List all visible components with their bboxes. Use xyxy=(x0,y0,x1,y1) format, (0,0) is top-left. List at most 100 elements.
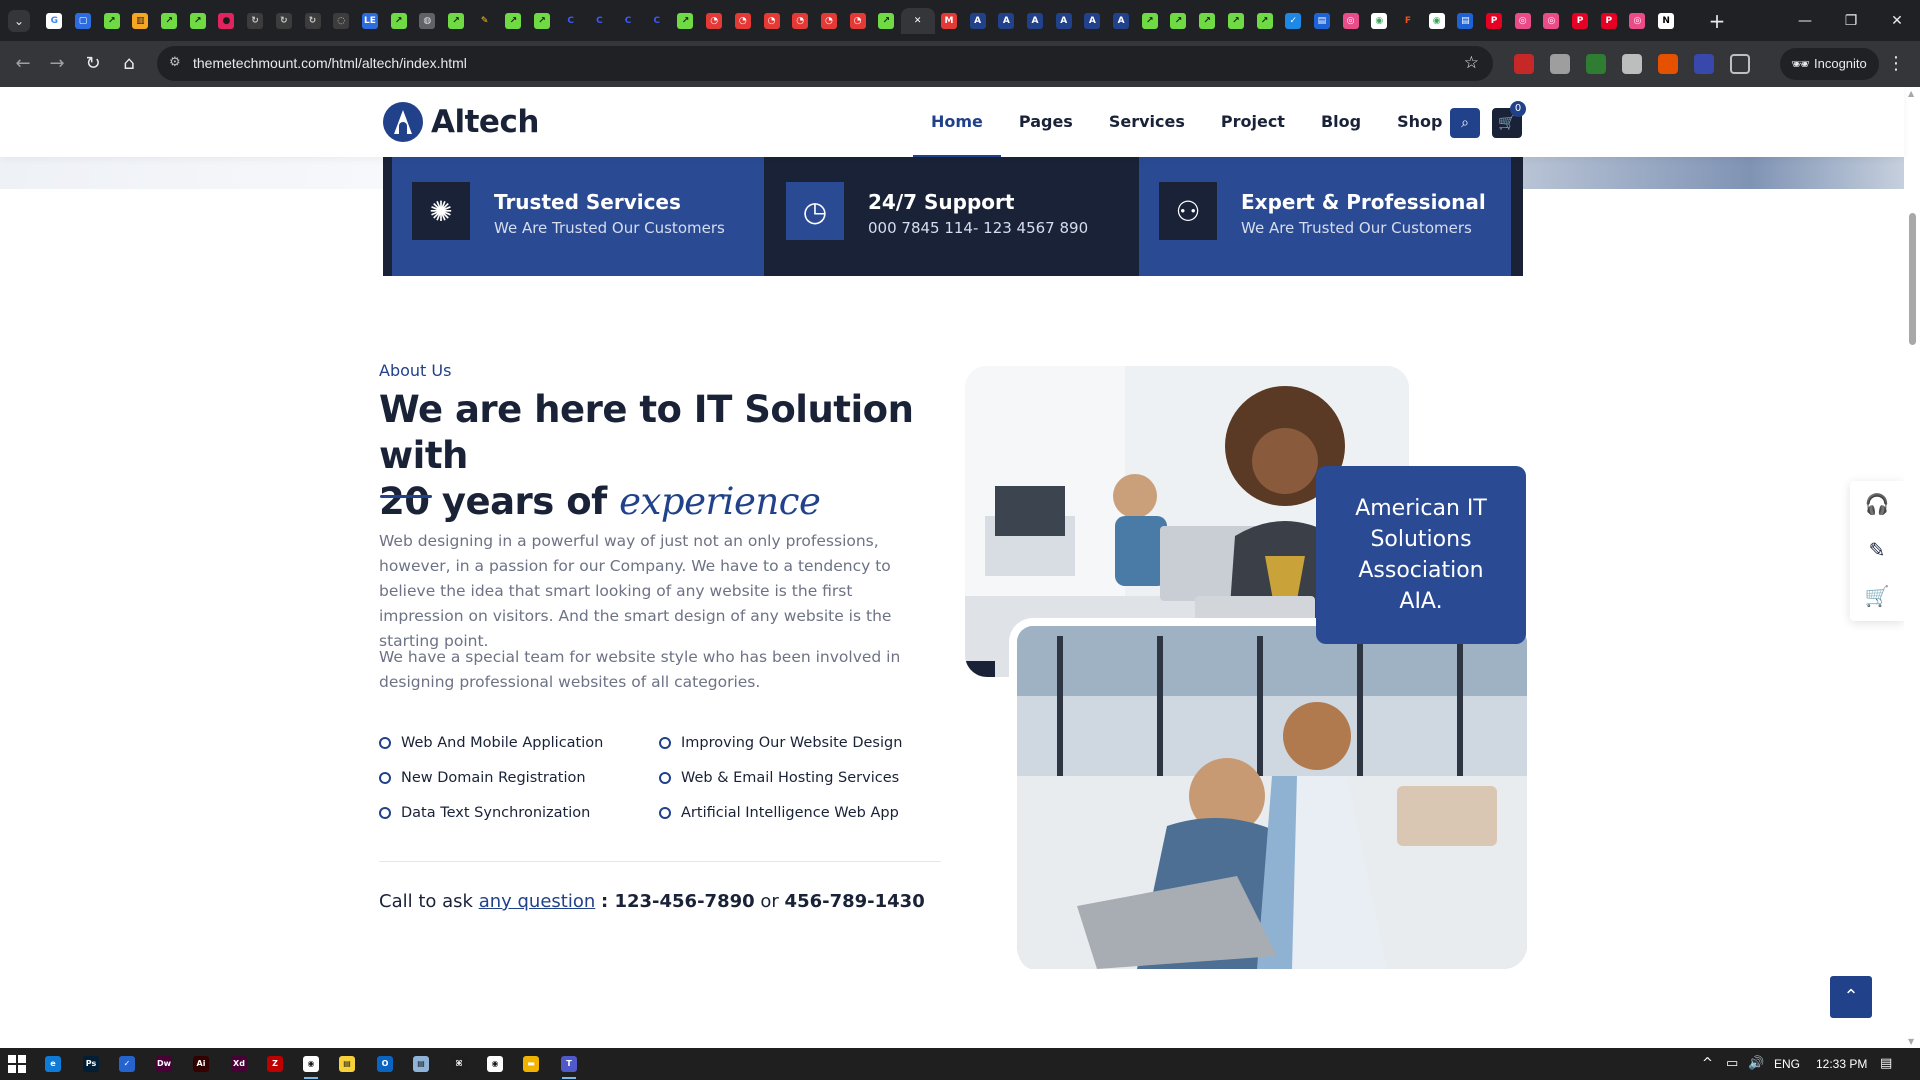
camera-extension-icon[interactable] xyxy=(1622,54,1642,74)
taskbar-app[interactable]: ◉ xyxy=(298,1052,324,1079)
taskbar-app[interactable]: ◉ xyxy=(482,1052,508,1076)
back-button[interactable]: ← xyxy=(8,49,38,79)
extension-icon[interactable] xyxy=(1658,54,1678,74)
browser-tab[interactable]: ↗ xyxy=(499,8,528,34)
browser-tab[interactable]: ↗ xyxy=(442,8,471,34)
new-tab-button[interactable]: + xyxy=(1704,8,1730,34)
extension-icon[interactable] xyxy=(1694,54,1714,74)
browser-tab[interactable]: ◔ xyxy=(786,8,815,34)
taskbar-app[interactable]: T xyxy=(556,1052,582,1079)
browser-tab[interactable]: ✓ xyxy=(1279,8,1308,34)
browser-tab[interactable]: ↗ xyxy=(1250,8,1279,34)
close-tab-icon[interactable]: ✕ xyxy=(910,13,926,29)
browser-tab[interactable]: ◌ xyxy=(327,8,356,34)
browser-tab[interactable]: C xyxy=(614,8,643,34)
browser-tab[interactable]: ↗ xyxy=(872,8,901,34)
browser-tab[interactable]: A xyxy=(1107,8,1136,34)
taskbar-app[interactable]: ▤ xyxy=(408,1052,434,1076)
browser-tab[interactable]: N xyxy=(1652,8,1681,34)
browser-tab[interactable]: ▤ xyxy=(1451,8,1480,34)
volume-icon[interactable]: 🔊 xyxy=(1748,1048,1764,1080)
scroll-thumb[interactable] xyxy=(1909,213,1916,345)
taskbar-app[interactable]: ▬ xyxy=(518,1052,544,1076)
scroll-up-arrow-icon[interactable]: ▲ xyxy=(1908,89,1914,98)
scroll-down-arrow-icon[interactable]: ▼ xyxy=(1908,1037,1914,1046)
url-text[interactable]: themetechmount.com/html/altech/index.htm… xyxy=(193,55,467,71)
taskbar-app[interactable]: Z xyxy=(262,1052,288,1076)
browser-tab[interactable]: ◔ xyxy=(757,8,786,34)
browser-tab[interactable]: ▥ xyxy=(126,8,155,34)
browser-tab[interactable]: ↗ xyxy=(183,8,212,34)
browser-tab[interactable]: A xyxy=(1021,8,1050,34)
browser-tab[interactable]: M xyxy=(935,8,964,34)
taskbar-app[interactable]: Ai xyxy=(188,1052,214,1076)
taskbar-app[interactable]: O xyxy=(372,1052,398,1076)
browser-tab[interactable]: ↗ xyxy=(671,8,700,34)
browser-tab[interactable]: ◎ xyxy=(1537,8,1566,34)
browser-tab[interactable]: ↗ xyxy=(1222,8,1251,34)
browser-tab[interactable]: ◔ xyxy=(815,8,844,34)
browser-tab[interactable]: ↗ xyxy=(97,8,126,34)
bookmark-star-icon[interactable]: ☆ xyxy=(1464,53,1479,73)
browser-tab[interactable]: ◎ xyxy=(1508,8,1537,34)
language-indicator[interactable]: ENG xyxy=(1774,1048,1800,1080)
browser-tab[interactable]: ↻ xyxy=(298,8,327,34)
browser-tab[interactable]: A xyxy=(1049,8,1078,34)
extension-icon[interactable] xyxy=(1586,54,1606,74)
tab-search-button[interactable]: ⌄ xyxy=(8,10,30,32)
home-button[interactable]: ⌂ xyxy=(114,49,144,79)
network-icon[interactable]: ▭ xyxy=(1726,1048,1738,1080)
search-button[interactable]: ⌕ xyxy=(1450,108,1480,138)
shopping-cart-icon[interactable]: 🛒 xyxy=(1850,573,1904,619)
nav-item-blog[interactable]: Blog xyxy=(1303,87,1379,157)
page-scrollbar[interactable]: ▲ ▼ xyxy=(1904,87,1920,1048)
browser-tab[interactable]: F xyxy=(1394,8,1423,34)
reload-button[interactable]: ↻ xyxy=(78,49,108,79)
browser-tab[interactable]: ◍ xyxy=(413,8,442,34)
browser-tab[interactable]: ✎ xyxy=(470,8,499,34)
browser-menu-button[interactable]: ⋮ xyxy=(1886,49,1906,79)
back-to-top-button[interactable]: ⌃ xyxy=(1830,976,1872,1018)
browser-tab[interactable]: C xyxy=(642,8,671,34)
taskbar-app[interactable]: Dw xyxy=(151,1052,177,1076)
site-info-icon[interactable]: ⚙ xyxy=(169,55,185,71)
browser-tab[interactable]: A xyxy=(992,8,1021,34)
browser-tab[interactable]: P xyxy=(1594,8,1623,34)
browser-tab[interactable]: A xyxy=(1078,8,1107,34)
close-window-button[interactable]: ✕ xyxy=(1874,8,1920,34)
browser-tab[interactable]: ↗ xyxy=(1135,8,1164,34)
nav-item-services[interactable]: Services xyxy=(1091,87,1203,157)
browser-tab[interactable]: A xyxy=(963,8,992,34)
browser-tab[interactable]: P xyxy=(1480,8,1509,34)
forward-button[interactable]: → xyxy=(42,49,72,79)
browser-tab[interactable]: ↻ xyxy=(270,8,299,34)
browser-tab[interactable]: C xyxy=(585,8,614,34)
taskbar-app[interactable]: e xyxy=(40,1052,66,1076)
address-bar[interactable]: ⚙ themetechmount.com/html/altech/index.h… xyxy=(157,46,1493,81)
minimize-button[interactable]: — xyxy=(1782,8,1828,34)
windows-start-button[interactable] xyxy=(8,1055,26,1073)
site-logo[interactable]: Altech xyxy=(383,102,539,142)
clock[interactable]: 12:33 PM xyxy=(1816,1048,1867,1080)
browser-tab[interactable]: ↻ xyxy=(241,8,270,34)
browser-tab[interactable]: ↗ xyxy=(155,8,184,34)
browser-tab[interactable]: ▢ xyxy=(69,8,98,34)
browser-tab[interactable]: ↗ xyxy=(528,8,557,34)
taskbar-app[interactable]: ⌘ xyxy=(446,1052,472,1076)
browser-tab[interactable]: ↗ xyxy=(1164,8,1193,34)
taskbar-app[interactable]: Ps xyxy=(78,1052,104,1076)
any-question-link[interactable]: any question xyxy=(479,891,596,912)
pencil-icon[interactable]: ✎ xyxy=(1850,527,1904,573)
browser-tab[interactable]: ◔ xyxy=(843,8,872,34)
browser-tab[interactable]: G xyxy=(40,8,69,34)
browser-tab[interactable]: C xyxy=(556,8,585,34)
browser-tab[interactable]: ◎ xyxy=(1336,8,1365,34)
nav-item-project[interactable]: Project xyxy=(1203,87,1303,157)
notifications-icon[interactable]: ▤ xyxy=(1880,1048,1892,1080)
browser-tab[interactable]: ▤ xyxy=(1308,8,1337,34)
browser-tab[interactable]: ● xyxy=(212,8,241,34)
show-hidden-icons-chevron-icon[interactable]: ^ xyxy=(1702,1048,1713,1080)
browser-tab[interactable]: ◉ xyxy=(1365,8,1394,34)
taskbar-app[interactable]: ▤ xyxy=(334,1052,360,1076)
browser-tab[interactable]: ◔ xyxy=(700,8,729,34)
